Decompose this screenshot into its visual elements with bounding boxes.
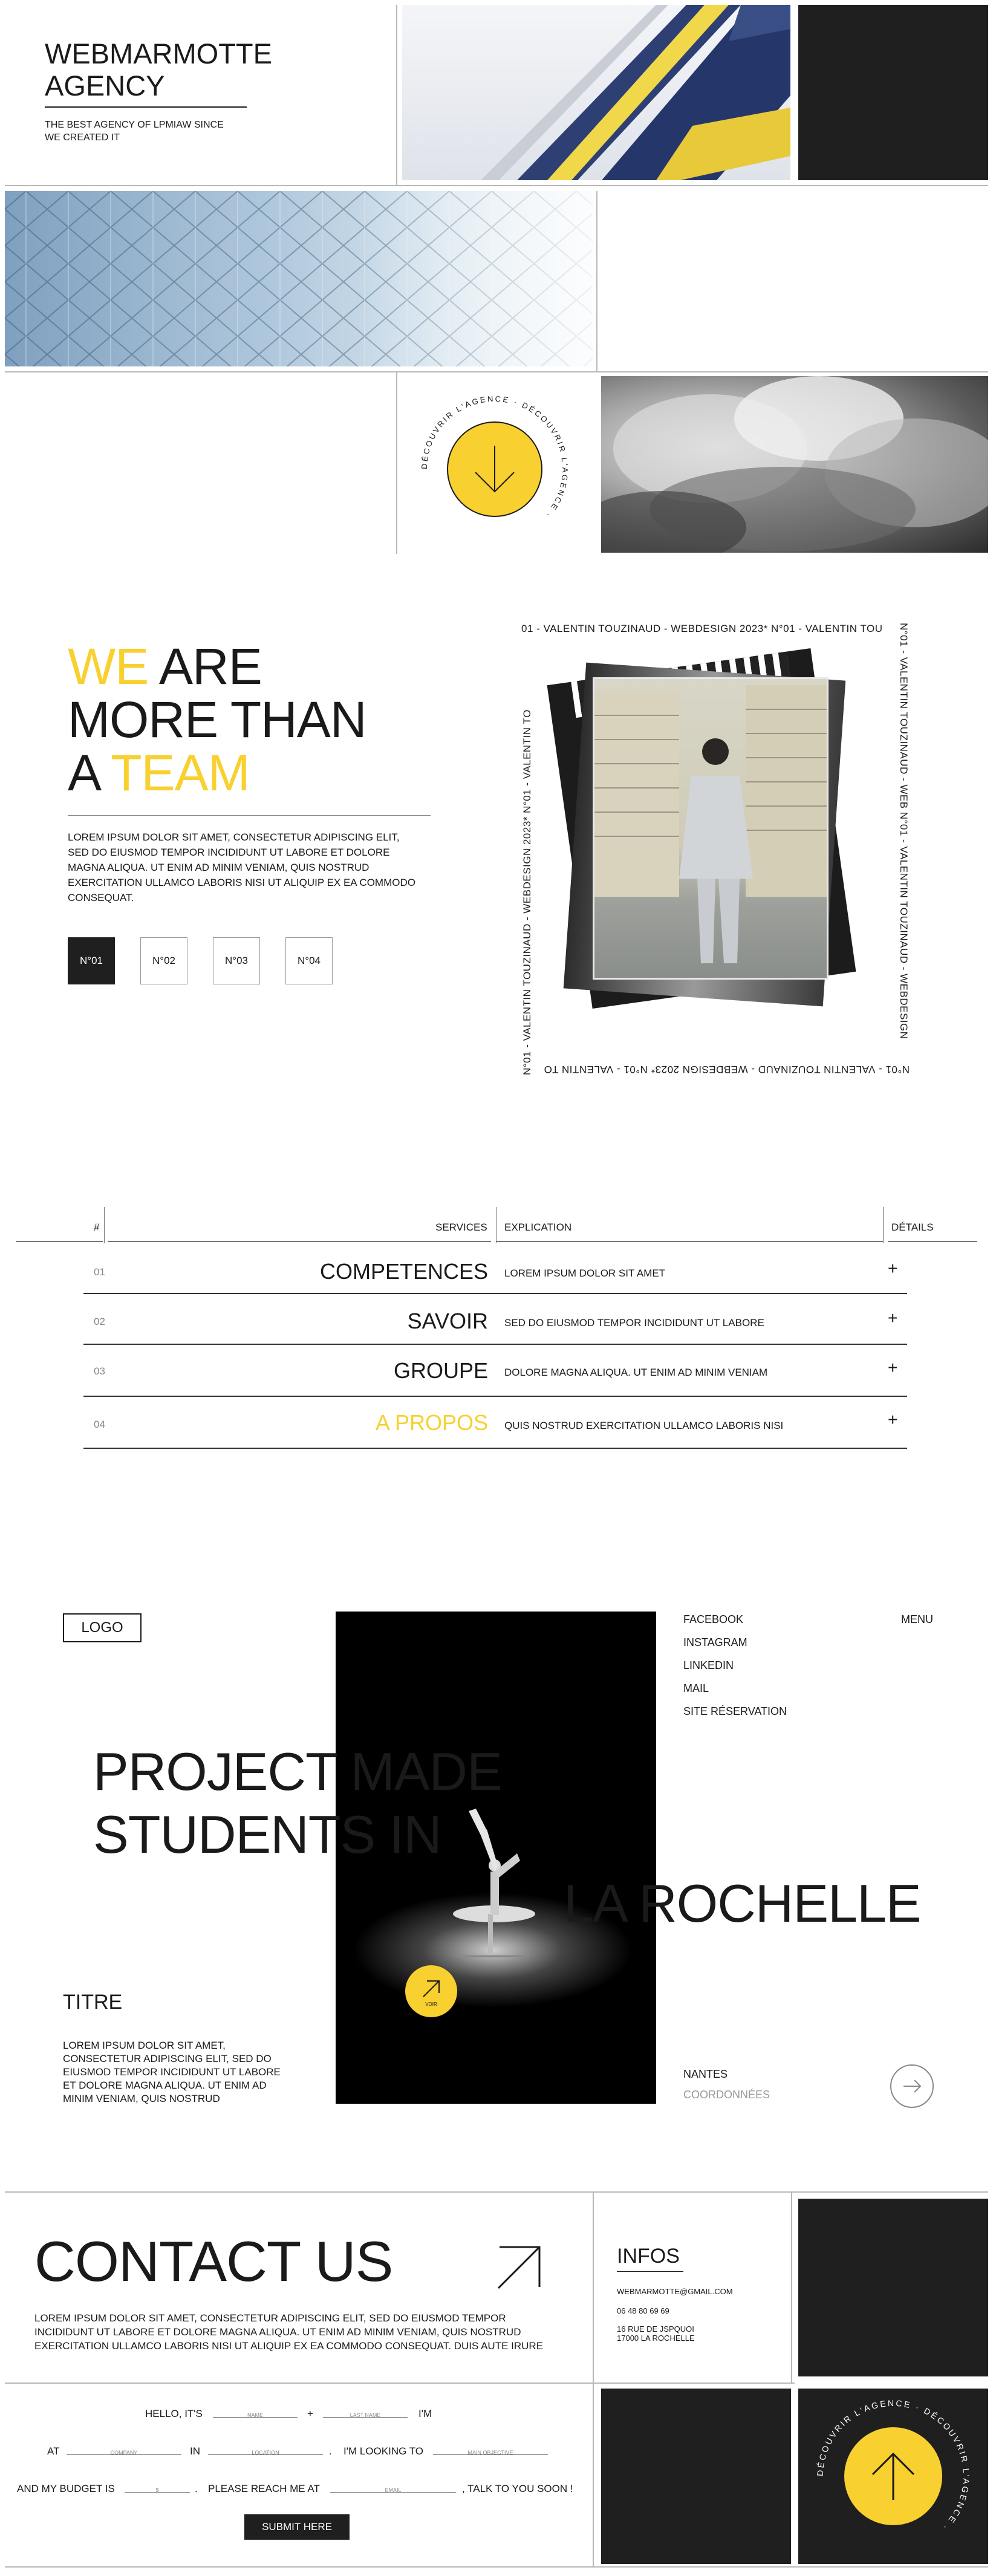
header-col-divider xyxy=(104,1207,105,1243)
table-header-services: SERVICES xyxy=(435,1221,487,1233)
ticker-left: N°01 - VALENTIN TOUZINAUD - WEBDESIGN 20… xyxy=(521,709,533,1075)
arrow-up-right-icon xyxy=(423,1980,440,1997)
grid-divider xyxy=(593,2193,594,2568)
page-title: WEBMARMOTTE AGENCY xyxy=(45,37,272,102)
hero-subtitle: THE BEST AGENCY OF LPMIAW SINCE WE CREAT… xyxy=(45,120,224,143)
link-facebook[interactable]: FACEBOOK xyxy=(683,1613,743,1626)
dark-tile xyxy=(798,2199,988,2376)
header-col-divider xyxy=(496,1207,497,1243)
project-headline-1: PROJECT MADE xyxy=(93,1742,503,1801)
project-paragraph: LOREM IPSUM DOLOR SIT AMET, CONSECTETUR … xyxy=(63,2040,281,2104)
discover-agency-badge[interactable]: DÉCOUVRIR L'AGENCE · DÉCOUVRIR L'AGENCE … xyxy=(416,391,573,548)
grid-divider xyxy=(5,2566,988,2568)
clouds-image xyxy=(601,376,988,553)
pager-button-4[interactable]: N°04 xyxy=(285,937,333,984)
email-field[interactable]: EMAIL xyxy=(330,2479,456,2493)
next-arrow-button[interactable] xyxy=(890,2064,934,2108)
title-underline xyxy=(45,106,247,108)
contact-address: 16 RUE DE JSPQUOI 17000 LA ROCHELLE xyxy=(617,2324,695,2343)
clouds-illustration xyxy=(601,376,988,553)
contact-email[interactable]: WEBMARMOTTE@GMAIL.COM xyxy=(617,2287,733,2296)
header-rule xyxy=(496,1241,883,1242)
objective-field[interactable]: MAIN OBJECTIVE xyxy=(433,2442,548,2456)
pager-button-1[interactable]: N°01 xyxy=(68,937,115,984)
glass-building-image xyxy=(5,191,593,366)
discover-button[interactable] xyxy=(447,421,542,517)
submit-button[interactable]: SUBMIT HERE xyxy=(244,2514,350,2540)
last-name-field[interactable]: LAST NAME xyxy=(323,2404,408,2418)
row-rule xyxy=(83,1344,907,1345)
project-headline-2: STUDENTS IN xyxy=(93,1804,442,1864)
ticker-top: 01 - VALENTIN TOUZINAUD - WEBDESIGN 2023… xyxy=(521,623,883,634)
contact-phone: 06 48 80 69 69 xyxy=(617,2306,669,2315)
row-rule xyxy=(83,1293,907,1294)
team-divider xyxy=(68,815,431,816)
pager-button-3[interactable]: N°03 xyxy=(213,937,260,984)
contact-paragraph: LOREM IPSUM DOLOR SIT AMET, CONSECTETUR … xyxy=(34,2312,544,2352)
row-rule xyxy=(83,1396,907,1397)
grid-divider xyxy=(596,191,597,372)
photo-stack xyxy=(547,648,856,1009)
grid-divider xyxy=(5,185,988,186)
expand-plus-icon[interactable]: + xyxy=(888,1309,897,1328)
table-header-details: DÉTAILS xyxy=(891,1221,934,1233)
ticker-right: N°01 - VALENTIN TOUZINAUD - WEB N°01 - V… xyxy=(898,623,910,1039)
dark-tile xyxy=(601,2389,791,2564)
pager-button-2[interactable]: N°02 xyxy=(140,937,187,984)
team-heading: WE ARE MORE THAN A TEAM xyxy=(68,638,366,801)
expand-plus-icon[interactable]: + xyxy=(888,1358,897,1377)
discover-button[interactable] xyxy=(844,2427,942,2525)
header-rule xyxy=(16,1241,103,1242)
expand-plus-icon[interactable]: + xyxy=(888,1259,897,1278)
infos-heading: INFOS xyxy=(617,2245,680,2268)
infos-underline xyxy=(617,2271,683,2272)
link-instagram[interactable]: INSTAGRAM xyxy=(683,1636,747,1649)
grid-divider xyxy=(396,5,397,186)
project-headline-3: LA ROCHELLE xyxy=(564,1873,922,1933)
project-subtitle: TITRE xyxy=(63,1991,123,2014)
arrow-down-icon xyxy=(475,446,515,493)
link-linkedin[interactable]: LINKEDIN xyxy=(683,1659,734,1672)
grid-divider xyxy=(5,2191,988,2193)
city-label: NANTES xyxy=(683,2068,728,2080)
grid-divider xyxy=(5,2382,795,2384)
expand-plus-icon[interactable]: + xyxy=(888,1410,897,1429)
arrow-right-icon xyxy=(903,2080,922,2093)
architecture-image xyxy=(402,5,790,180)
architecture-illustration xyxy=(481,5,790,180)
header-rule xyxy=(888,1241,977,1242)
header-col-divider xyxy=(883,1207,884,1243)
arrow-up-right-icon xyxy=(496,2245,542,2291)
voir-button[interactable]: VOIR xyxy=(405,1965,457,2017)
company-field[interactable]: COMPANY xyxy=(67,2442,181,2456)
arrow-up-icon xyxy=(871,2452,915,2500)
ticker-bottom: N°01 - VALENTIN TOUZINAUD - WEBDESIGN 20… xyxy=(544,1064,910,1075)
budget-field[interactable]: $ xyxy=(125,2479,190,2493)
grid-divider xyxy=(791,2193,792,2384)
dark-tile xyxy=(798,5,988,180)
table-header-num: # xyxy=(94,1221,100,1233)
discover-agency-badge[interactable]: DÉCOUVRIR L'AGENCE · DÉCOUVRIR L'AGENCE … xyxy=(813,2396,974,2557)
grid-divider xyxy=(396,372,397,554)
coords-link[interactable]: COORDONNÉES xyxy=(683,2089,770,2101)
grid-divider xyxy=(5,371,988,372)
name-field[interactable]: NAME xyxy=(213,2404,298,2418)
glass-facade-illustration xyxy=(5,191,593,366)
team-paragraph: LOREM IPSUM DOLOR SIT AMET, CONSECTETUR … xyxy=(68,831,415,903)
location-field[interactable]: LOCATION xyxy=(208,2442,323,2456)
link-mail[interactable]: MAIL xyxy=(683,1682,709,1695)
link-site-reservation[interactable]: SITE RÉSERVATION xyxy=(683,1705,787,1718)
table-header-explication: EXPLICATION xyxy=(504,1221,572,1233)
logo-button[interactable]: LOGO xyxy=(63,1613,142,1642)
row-rule xyxy=(83,1448,907,1449)
contact-heading: CONTACT US xyxy=(34,2230,393,2293)
portrait-illustration xyxy=(594,685,827,963)
header-rule xyxy=(108,1241,491,1242)
portrait-photo xyxy=(593,677,829,980)
menu-button[interactable]: MENU xyxy=(901,1613,933,1626)
dark-tile: DÉCOUVRIR L'AGENCE · DÉCOUVRIR L'AGENCE … xyxy=(798,2389,988,2564)
